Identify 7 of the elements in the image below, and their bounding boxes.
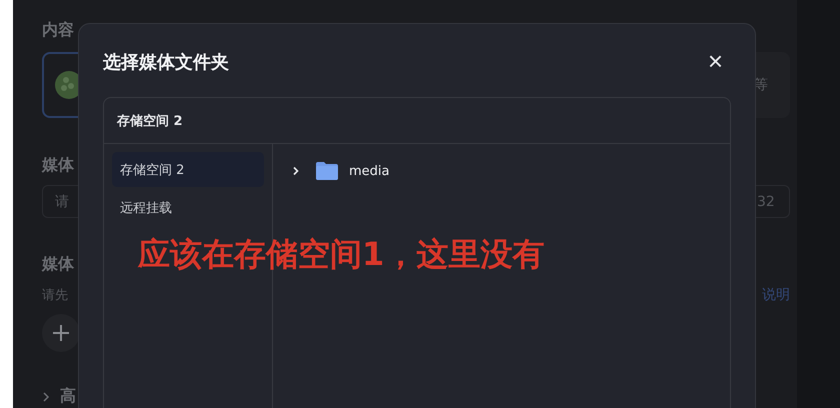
section-label: 媒体 — [42, 155, 74, 175]
section-label: 内容 — [42, 20, 74, 40]
dialog-title: 选择媒体文件夹 — [103, 50, 229, 74]
section-label: 媒体 — [42, 254, 74, 274]
annotation-text: 应该在存储空间1，这里没有 — [138, 234, 544, 275]
panel-title: 存储空间 2 — [117, 112, 183, 130]
hint-text: 请先 — [42, 287, 68, 304]
